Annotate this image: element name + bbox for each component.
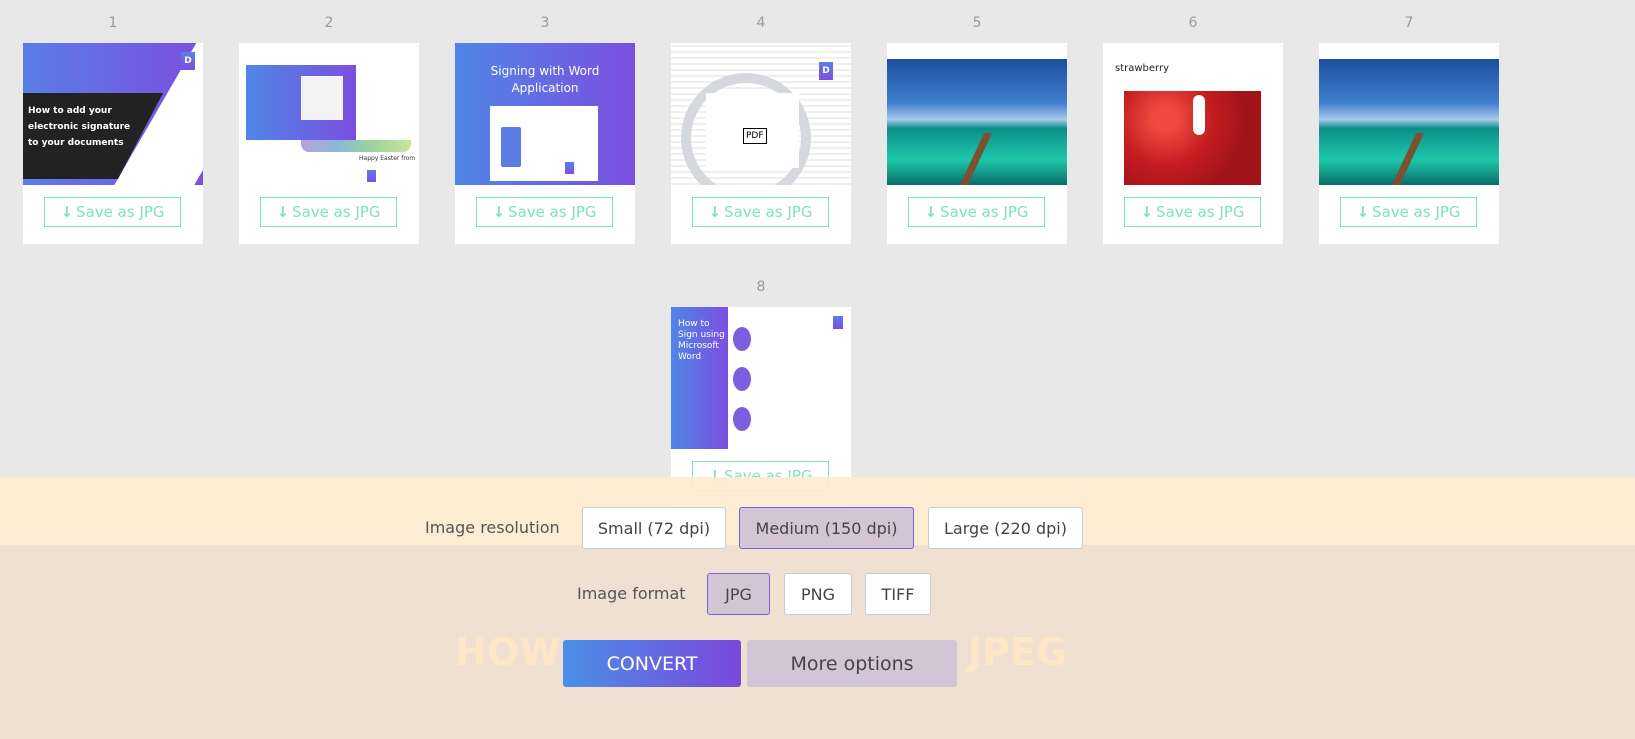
- logo-icon: [565, 162, 574, 174]
- page-thumbnail[interactable]: strawberry: [1103, 43, 1283, 185]
- thumb-caption: Happy Easter from: [359, 155, 416, 162]
- background-heading-left: HOW: [455, 630, 562, 674]
- page-card: PDF D ↓ Save as JPG: [671, 43, 851, 244]
- page-card: Signing with Word Application ↓ Save as J…: [455, 43, 635, 244]
- format-png-button[interactable]: PNG: [784, 573, 852, 615]
- page-card: How to add your electronic signature to …: [23, 43, 203, 244]
- page-card: ↓ Save as JPG: [1319, 43, 1499, 244]
- page-number: 7: [1404, 15, 1414, 31]
- page-number: 6: [1188, 15, 1198, 31]
- thumb-caption: strawberry: [1115, 63, 1170, 74]
- logo-icon: D: [181, 52, 195, 70]
- save-as-jpg-button[interactable]: ↓ Save as JPG: [476, 197, 613, 227]
- download-arrow-icon: ↓: [60, 203, 74, 221]
- page-card: Happy Easter from ↓ Save as JPG: [239, 43, 419, 244]
- page-card: ↓ Save as JPG: [887, 43, 1067, 244]
- download-arrow-icon: ↓: [1356, 203, 1370, 221]
- download-arrow-icon: ↓: [924, 203, 938, 221]
- save-label: Save as JPG: [724, 203, 813, 221]
- download-arrow-icon: ↓: [708, 203, 722, 221]
- download-arrow-icon: ↓: [492, 203, 506, 221]
- page-thumbnail[interactable]: Signing with Word Application: [455, 43, 635, 185]
- page-thumbnail[interactable]: [1319, 43, 1499, 185]
- thumb-caption: Signing with Word Application: [490, 64, 600, 95]
- resolution-small-button[interactable]: Small (72 dpi): [582, 507, 726, 549]
- page-number: 8: [756, 279, 766, 295]
- save-label: Save as JPG: [76, 203, 165, 221]
- page-number: 5: [972, 15, 982, 31]
- download-arrow-icon: ↓: [1140, 203, 1154, 221]
- thumb-caption: PDF: [743, 128, 767, 144]
- background-heading-right: JPEG: [968, 630, 1068, 674]
- save-label: Save as JPG: [1156, 203, 1245, 221]
- more-options-button[interactable]: More options: [747, 640, 957, 687]
- save-as-jpg-button[interactable]: ↓ Save as JPG: [1340, 197, 1477, 227]
- convert-button[interactable]: CONVERT: [563, 640, 741, 687]
- page-number: 1: [108, 15, 118, 31]
- page-number: 3: [540, 15, 550, 31]
- save-label: Save as JPG: [292, 203, 381, 221]
- page-thumbnail[interactable]: How to Sign using Microsoft Word: [671, 307, 851, 449]
- save-as-jpg-button[interactable]: ↓ Save as JPG: [1124, 197, 1261, 227]
- page-number: 2: [324, 15, 334, 31]
- page-thumbnail[interactable]: Happy Easter from: [239, 43, 419, 185]
- page-number: 4: [756, 15, 766, 31]
- page-thumbnail[interactable]: PDF D: [671, 43, 851, 185]
- logo-icon: [367, 170, 376, 182]
- save-as-jpg-button[interactable]: ↓ Save as JPG: [260, 197, 397, 227]
- logo-icon: D: [819, 62, 833, 80]
- format-tiff-button[interactable]: TIFF: [865, 573, 931, 615]
- resolution-medium-button[interactable]: Medium (150 dpi): [739, 507, 914, 549]
- format-label: Image format: [577, 584, 686, 603]
- format-jpg-button[interactable]: JPG: [707, 573, 770, 615]
- page-thumbnail[interactable]: [887, 43, 1067, 185]
- save-label: Save as JPG: [508, 203, 597, 221]
- thumb-caption: How to add your electronic signature to …: [28, 106, 131, 148]
- save-as-jpg-button[interactable]: ↓ Save as JPG: [44, 197, 181, 227]
- thumb-caption: How to Sign using Microsoft Word: [678, 319, 725, 362]
- page-thumbnail[interactable]: How to add your electronic signature to …: [23, 43, 203, 185]
- resolution-large-button[interactable]: Large (220 dpi): [928, 507, 1083, 549]
- download-arrow-icon: ↓: [276, 203, 290, 221]
- page-card: strawberry ↓ Save as JPG: [1103, 43, 1283, 244]
- logo-icon: [833, 316, 843, 329]
- save-as-jpg-button[interactable]: ↓ Save as JPG: [908, 197, 1045, 227]
- resolution-label: Image resolution: [425, 518, 560, 537]
- save-label: Save as JPG: [1372, 203, 1461, 221]
- save-as-jpg-button[interactable]: ↓ Save as JPG: [692, 197, 829, 227]
- save-label: Save as JPG: [940, 203, 1029, 221]
